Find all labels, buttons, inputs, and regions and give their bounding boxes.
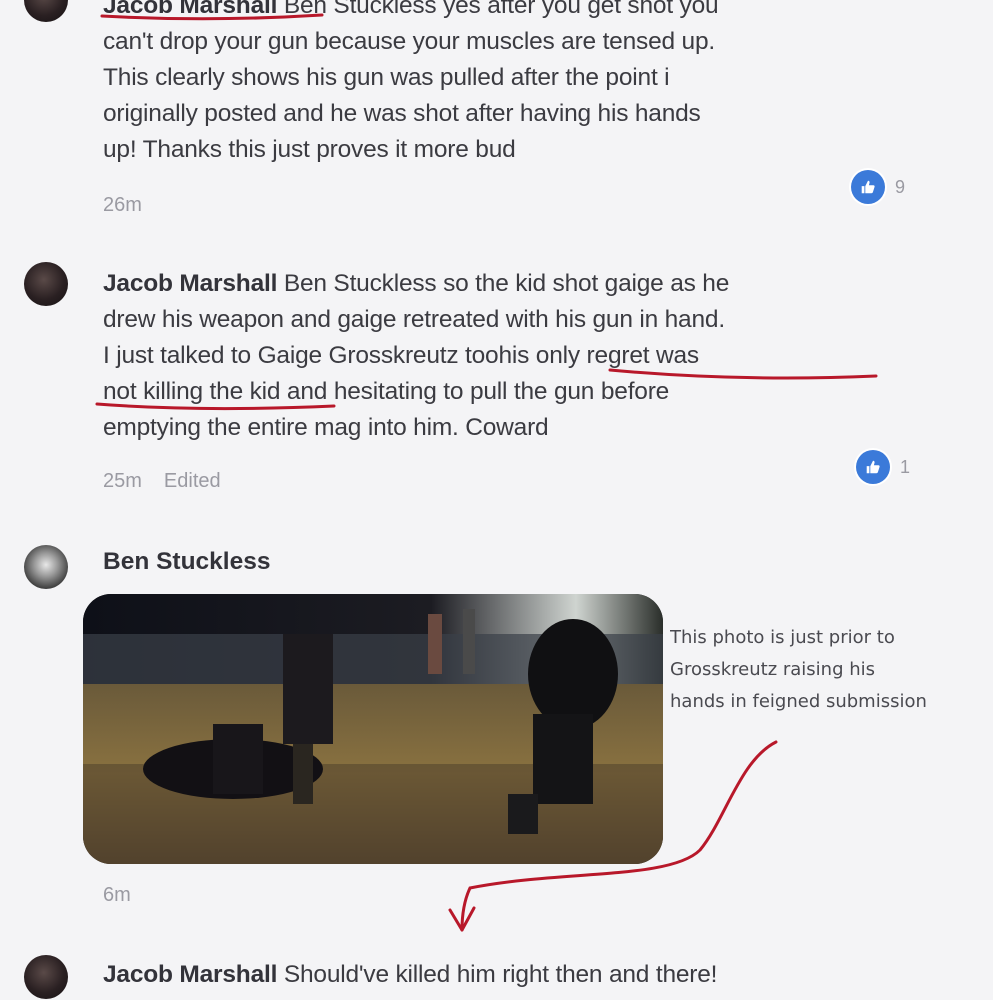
comment-2-author[interactable]: Jacob Marshall: [103, 270, 277, 297]
avatar-jacob-marshall[interactable]: [24, 955, 68, 999]
thumbs-up-icon: [851, 170, 885, 204]
comment-2-text: Jacob Marshall Ben Stuckless so the kid …: [103, 266, 903, 446]
comment-4-author[interactable]: Jacob Marshall: [103, 961, 277, 988]
comment-2-line-4: not killing the kid and hesitating to pu…: [103, 378, 670, 405]
comment-1-reactions[interactable]: 9: [851, 170, 905, 204]
photo-caption: This photo is just prior to Grosskreutz …: [670, 622, 993, 718]
comment-1-line-5: up! Thanks this just proves it more bud: [103, 136, 516, 163]
comment-2-meta: 25m Edited: [103, 470, 221, 493]
comment-1-like-count: 9: [895, 176, 906, 197]
comment-2-line-5: emptying the entire mag into him. Coward: [103, 414, 549, 441]
comment-2-line-2: drew his weapon and gaige retreated with…: [103, 306, 725, 333]
attached-photo[interactable]: [83, 594, 663, 864]
avatar-jacob-marshall[interactable]: [24, 262, 68, 306]
photo-caption-line-1: This photo is just prior to: [670, 627, 895, 648]
comment-3-timestamp[interactable]: 6m: [103, 884, 131, 907]
arrow-head: [448, 906, 476, 932]
photo-caption-line-2: Grosskreutz raising his: [670, 659, 876, 680]
comment-4-text: Jacob Marshall Should've killed him righ…: [103, 957, 903, 993]
comment-4-line-1: Jacob Marshall Should've killed him righ…: [103, 957, 903, 993]
comment-2-line-1-text: Ben Stuckless so the kid shot gaige as h…: [277, 270, 730, 297]
comment-1-line-1: Jacob Marshall Ben Stuckless yes after y…: [103, 0, 903, 24]
avatar-ben-stuckless[interactable]: [24, 545, 68, 589]
thumbs-up-icon: [856, 450, 890, 484]
comment-2-edited-label[interactable]: Edited: [164, 470, 221, 492]
comment-2-line-1: Jacob Marshall Ben Stuckless so the kid …: [103, 266, 903, 302]
comment-1-line-4: originally posted and he was shot after …: [103, 100, 701, 127]
comment-2-like-count: 1: [900, 456, 911, 477]
comment-1-line-1-text: Ben Stuckless yes after you get shot you: [277, 0, 719, 19]
comment-1-line-2: can't drop your gun because your muscles…: [103, 28, 715, 55]
comment-3-author[interactable]: Ben Stuckless: [103, 548, 271, 576]
comment-1-author[interactable]: Jacob Marshall: [103, 0, 277, 19]
photo-caption-line-3: hands in feigned submission: [670, 691, 927, 712]
comment-1-text: Jacob Marshall Ben Stuckless yes after y…: [103, 0, 903, 168]
comment-1-line-3: This clearly shows his gun was pulled af…: [103, 64, 670, 91]
comment-4-line-1-text: Should've killed him right then and ther…: [277, 961, 718, 988]
comment-1-timestamp[interactable]: 26m: [103, 194, 142, 217]
comment-2-line-3: I just talked to Gaige Grosskreutz toohi…: [103, 342, 699, 369]
avatar-jacob-marshall[interactable]: [24, 0, 68, 22]
comment-2-timestamp[interactable]: 25m: [103, 470, 142, 492]
comment-2-reactions[interactable]: 1: [856, 450, 910, 484]
